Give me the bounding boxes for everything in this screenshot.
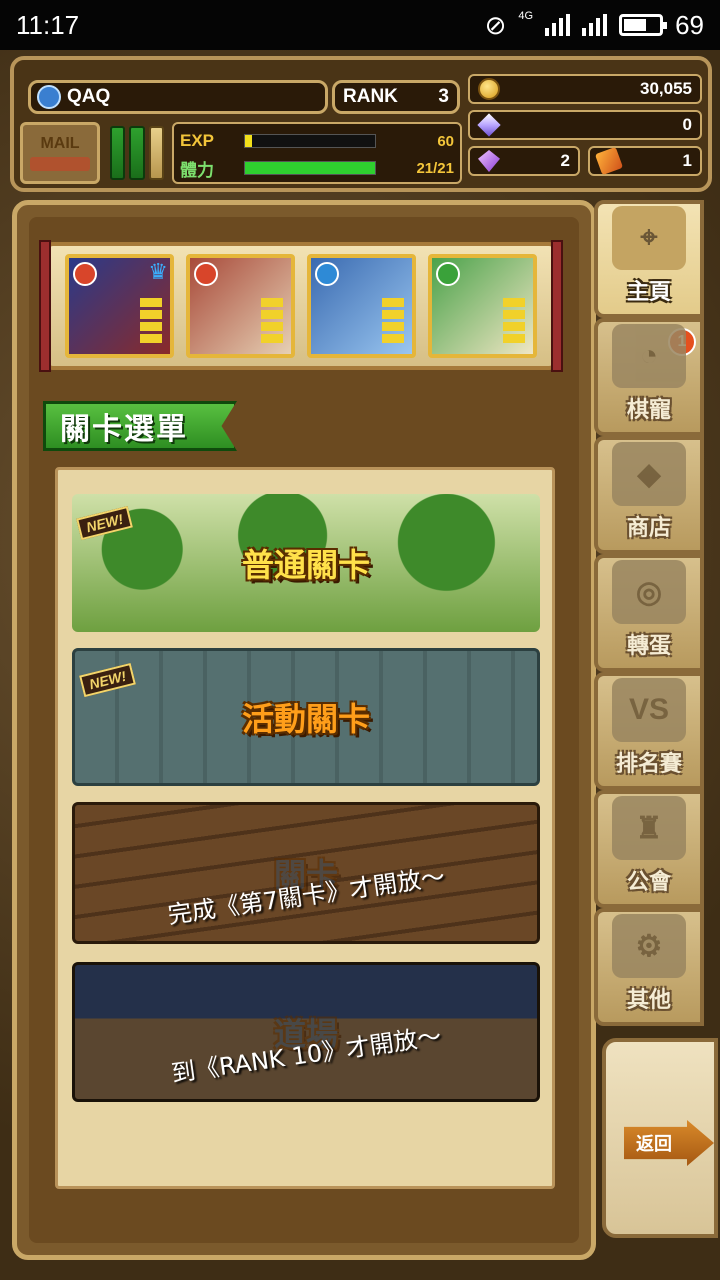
locked-stage-1[interactable]: 關卡 完成《第7關卡》才開放～	[72, 802, 540, 944]
gem-row[interactable]: 2	[468, 146, 580, 176]
signal-icon	[545, 14, 571, 36]
back-panel: 返回	[602, 1038, 718, 1238]
stage-map: NEW! 普通關卡 NEW! 活動關卡 關卡 完成《第7關卡》才開放～ 道場 到…	[55, 467, 555, 1189]
mail-button[interactable]: MAIL	[20, 122, 100, 184]
gold-coin-icon	[478, 78, 500, 100]
nav-ranking-label: 排名賽	[615, 752, 682, 777]
mail-label: MAIL	[40, 135, 80, 152]
book-icon	[148, 126, 164, 180]
status-bar: 11:17 ⊘ 4G 69	[0, 0, 720, 50]
party-panel: ♛	[39, 240, 563, 372]
wood-element-icon	[436, 262, 460, 286]
resources-panel: 30,055 0 2 1	[468, 74, 706, 184]
map-pin-icon: ⌖	[612, 206, 686, 270]
party-slot-2[interactable]	[186, 254, 295, 358]
stamina-row: 體力 21/21	[180, 155, 454, 181]
mail-tray-icon	[30, 157, 90, 171]
level-pips	[382, 298, 404, 346]
crystal-icon	[477, 113, 501, 137]
book-icon	[110, 126, 126, 180]
normal-stage-title: 普通關卡	[241, 546, 370, 584]
fire-element-icon	[194, 262, 218, 286]
new-badge: NEW!	[76, 505, 134, 541]
game-screen: QAQ RANK 3 MAIL EXP 60 體力 21/21 30,055 0…	[0, 50, 720, 1280]
player-header: QAQ RANK 3 MAIL EXP 60 體力 21/21 30,055 0…	[10, 56, 712, 192]
exp-value: 60	[437, 132, 454, 150]
stamina-bar	[244, 161, 376, 175]
gold-row[interactable]: 30,055	[468, 74, 702, 104]
fire-element-icon	[73, 262, 97, 286]
stamina-label: 體力	[180, 160, 214, 180]
crystal-shop-icon: ◆	[612, 442, 686, 506]
nav-home-label: 主頁	[626, 280, 671, 305]
exp-bar	[244, 134, 376, 148]
books-button[interactable]	[106, 122, 168, 184]
battery-percent: 69	[675, 9, 704, 40]
nav-gacha-label: 轉蛋	[626, 634, 671, 659]
castle-icon: ♜	[612, 796, 686, 860]
player-name: QAQ	[67, 86, 111, 107]
back-label: 返回	[636, 1134, 672, 1155]
exp-bar-fill	[245, 135, 252, 147]
ticket-icon	[594, 146, 624, 176]
party-slot-3[interactable]	[307, 254, 416, 358]
book-icon	[129, 126, 145, 180]
rank-label: RANK	[343, 86, 398, 107]
gem-icon	[478, 150, 500, 172]
signal-icon-2	[582, 14, 608, 36]
mute-icon: ⊘	[484, 9, 507, 40]
party-slot-4[interactable]	[428, 254, 537, 358]
party-rail-left	[39, 240, 51, 372]
battery-icon	[619, 14, 668, 36]
exp-label: EXP	[180, 131, 215, 150]
event-stage-title: 活動關卡	[241, 700, 370, 738]
stamina-value: 21/21	[416, 159, 454, 177]
player-name-pill[interactable]: QAQ	[28, 80, 328, 114]
gem-value: 2	[560, 151, 570, 170]
gacha-egg-icon: ◎	[612, 560, 686, 624]
party-rail-right	[551, 240, 563, 372]
rank-pill: RANK 3	[332, 80, 460, 114]
globe-icon	[37, 85, 61, 109]
nav-other[interactable]: ⚙ 其他	[594, 908, 704, 1026]
stats-panel: EXP 60 體力 21/21	[172, 122, 462, 184]
nav-gacha[interactable]: ◎ 轉蛋	[594, 554, 704, 672]
new-badge: NEW!	[79, 662, 137, 698]
event-stage-button[interactable]: NEW! 活動關卡	[72, 648, 540, 786]
pet-icon: ◔	[612, 324, 686, 388]
content-frame: ♛ 關卡選單 NEW! 普通關卡 NEW! 活動關卡 關卡 完成《第7關卡》才開…	[12, 200, 596, 1260]
nav-guild-label: 公會	[626, 870, 671, 895]
status-time: 11:17	[16, 9, 80, 40]
nav-home[interactable]: ⌖ 主頁	[594, 200, 704, 318]
level-pips	[261, 298, 283, 346]
nav-shop[interactable]: ◆ 商店	[594, 436, 704, 554]
network-label: 4G	[518, 9, 534, 22]
back-button[interactable]: 返回	[624, 1120, 714, 1166]
level-pips	[503, 298, 525, 346]
ticket-row[interactable]: 1	[588, 146, 702, 176]
level-pips	[140, 298, 162, 346]
stamina-bar-fill	[245, 162, 375, 174]
gear-icon: ⚙	[612, 914, 686, 978]
nav-pets[interactable]: 1 ◔ 棋寵	[594, 318, 704, 436]
exp-row: EXP 60	[180, 128, 454, 154]
rank-value: 3	[438, 86, 449, 107]
water-element-icon	[315, 262, 339, 286]
ticket-value: 1	[682, 151, 692, 170]
vs-icon: VS	[612, 678, 686, 742]
nav-ranking[interactable]: VS 排名賽	[594, 672, 704, 790]
stage-menu-title: 關卡選單	[43, 401, 237, 451]
nav-other-label: 其他	[626, 988, 671, 1013]
nav-guild[interactable]: ♜ 公會	[594, 790, 704, 908]
nav-pets-label: 棋寵	[626, 398, 671, 423]
normal-stage-button[interactable]: NEW! 普通關卡	[72, 494, 540, 632]
locked-stage-2[interactable]: 道場 到《RANK 10》才開放～	[72, 962, 540, 1102]
nav-shop-label: 商店	[626, 516, 671, 541]
leader-crown-icon: ♛	[148, 260, 168, 285]
party-slot-1[interactable]: ♛	[65, 254, 174, 358]
crystal-row[interactable]: 0	[468, 110, 702, 140]
gold-value: 30,055	[640, 79, 692, 98]
crystal-value: 0	[682, 115, 692, 134]
